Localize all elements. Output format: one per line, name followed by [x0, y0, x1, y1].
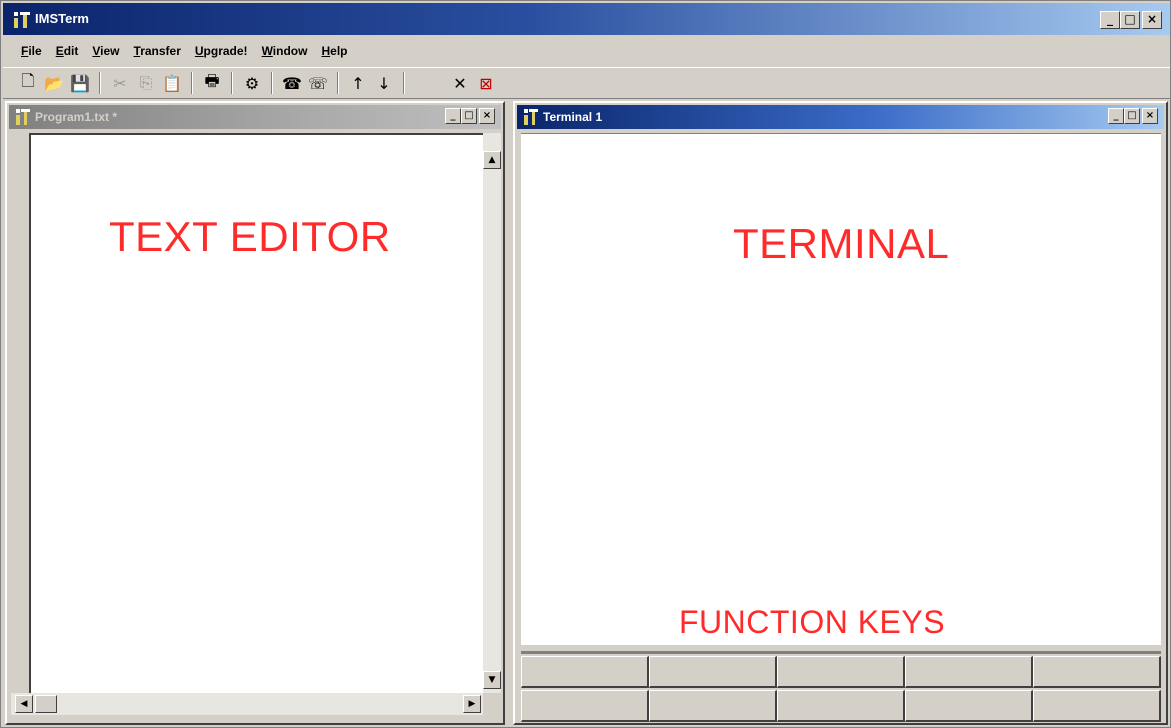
save-disk-icon[interactable]: 💾	[69, 72, 91, 94]
app-window: IMSTerm _ □ × File Edit View Transfer Up…	[0, 0, 1171, 728]
menu-transfer-label: ransfer	[140, 44, 181, 58]
menu-upgrade-label: pgrade!	[203, 44, 248, 58]
function-keys-panel	[521, 651, 1161, 722]
terminal-title-bar[interactable]: Terminal 1 _ □ ×	[517, 105, 1164, 129]
scroll-down-button[interactable]: ▼	[483, 671, 501, 689]
terminal-minimize-button[interactable]: _	[1108, 108, 1124, 124]
editor-close-button[interactable]: ×	[479, 108, 495, 124]
menu-edit[interactable]: Edit	[56, 39, 79, 63]
text-editor-annotation: TEXT EDITOR	[109, 213, 391, 260]
menu-view-accel: V	[92, 44, 101, 58]
editor-title: Program1.txt *	[35, 110, 118, 124]
toolbar-separator	[231, 72, 233, 94]
editor-title-bar[interactable]: Program1.txt * _ □ ×	[9, 105, 501, 129]
toolbar-separator	[403, 72, 405, 94]
paste-icon[interactable]: 📋	[161, 72, 183, 94]
function-key[interactable]	[649, 656, 777, 688]
toolbar-separator	[99, 72, 101, 94]
app-logo-icon	[14, 12, 30, 28]
minimize-button[interactable]: _	[1100, 11, 1120, 29]
function-key[interactable]	[905, 690, 1033, 722]
app-title-bar[interactable]: IMSTerm _ □ ×	[3, 3, 1170, 35]
function-key[interactable]	[521, 656, 649, 688]
menu-window[interactable]: Window	[262, 39, 308, 63]
menu-file-label: ile	[28, 44, 42, 58]
copy-icon[interactable]: ⎘	[135, 72, 157, 94]
mdi-area: Program1.txt * _ □ × ▲ ▼ ◀ ▶ TEXT EDITOR	[5, 101, 1168, 725]
download-arrow-icon[interactable]: ↓	[373, 72, 395, 94]
toolbar-separator	[337, 72, 339, 94]
text-editor-window[interactable]: Program1.txt * _ □ × ▲ ▼ ◀ ▶ TEXT EDITOR	[5, 101, 505, 725]
function-key[interactable]	[649, 690, 777, 722]
settings-icon[interactable]: ⚙	[241, 72, 263, 94]
editor-vertical-scrollbar[interactable]: ▲ ▼	[483, 133, 501, 693]
toolbar-separator	[191, 72, 193, 94]
app-title: IMSTerm	[35, 11, 89, 26]
menu-transfer[interactable]: Transfer	[134, 39, 181, 63]
function-key[interactable]	[777, 656, 905, 688]
menu-upgrade[interactable]: Upgrade!	[195, 39, 248, 63]
menu-bar: File Edit View Transfer Upgrade! Window …	[3, 39, 347, 63]
close-button[interactable]: ×	[1142, 11, 1162, 29]
menu-help-label: elp	[330, 44, 348, 58]
print-icon[interactable]: 🖶	[201, 71, 223, 94]
function-key[interactable]	[777, 690, 905, 722]
cut-scissors-icon[interactable]: ✂	[109, 72, 131, 94]
function-key[interactable]	[905, 656, 1033, 688]
terminal-title: Terminal 1	[543, 110, 603, 124]
function-key[interactable]	[1033, 690, 1161, 722]
upload-arrow-icon[interactable]: ↑	[347, 72, 369, 94]
menu-view[interactable]: View	[92, 39, 119, 63]
function-keys-row	[521, 690, 1161, 722]
menu-edit-accel: E	[55, 44, 64, 58]
function-key[interactable]	[1033, 656, 1161, 688]
function-keys-annotation: FUNCTION KEYS	[679, 604, 946, 640]
editor-horizontal-scrollbar[interactable]: ◀ ▶	[11, 693, 483, 715]
terminal-window[interactable]: Terminal 1 _ □ × TERMINAL FUNCTION KEYS	[513, 101, 1168, 725]
function-keys-row	[521, 656, 1161, 688]
open-folder-icon[interactable]: 📂	[43, 72, 65, 94]
terminal-close-button[interactable]: ×	[1142, 108, 1158, 124]
menu-help-accel: H	[321, 44, 331, 58]
document-icon	[16, 109, 30, 125]
terminal-annotation: TERMINAL	[733, 220, 950, 267]
editor-gutter	[11, 133, 31, 693]
menu-edit-label: dit	[63, 44, 79, 58]
phone-disconnect-icon[interactable]: ☏	[307, 72, 329, 94]
function-key[interactable]	[521, 690, 649, 722]
phone-connect-icon[interactable]: ☎	[281, 72, 303, 94]
stop-icon[interactable]: ⊠	[475, 72, 497, 94]
toolbar: 🗋 📂 💾 ✂ ⎘ 📋 🖶 ⚙ ☎ ☏ ↑ ↓ ✕ ⊠	[3, 67, 1170, 99]
menu-window-accel: W	[261, 44, 273, 58]
scroll-left-button[interactable]: ◀	[15, 695, 33, 713]
editor-maximize-button[interactable]: □	[461, 108, 477, 124]
menu-file[interactable]: File	[21, 39, 42, 63]
menu-help[interactable]: Help	[321, 39, 347, 63]
scroll-right-button[interactable]: ▶	[463, 695, 481, 713]
terminal-icon	[524, 109, 538, 125]
scroll-up-button[interactable]: ▲	[483, 151, 501, 169]
abort-x-icon[interactable]: ✕	[449, 72, 471, 94]
toolbar-separator	[271, 72, 273, 94]
maximize-button[interactable]: □	[1120, 11, 1140, 29]
new-file-icon[interactable]: 🗋	[17, 71, 39, 94]
menu-view-label: iew	[100, 44, 120, 58]
terminal-maximize-button[interactable]: □	[1124, 108, 1140, 124]
terminal-screen[interactable]: TERMINAL FUNCTION KEYS	[521, 133, 1161, 645]
menu-window-label: indow	[272, 44, 308, 58]
editor-minimize-button[interactable]: _	[445, 108, 461, 124]
scroll-thumb[interactable]	[35, 695, 57, 713]
menu-upgrade-accel: U	[194, 44, 204, 58]
